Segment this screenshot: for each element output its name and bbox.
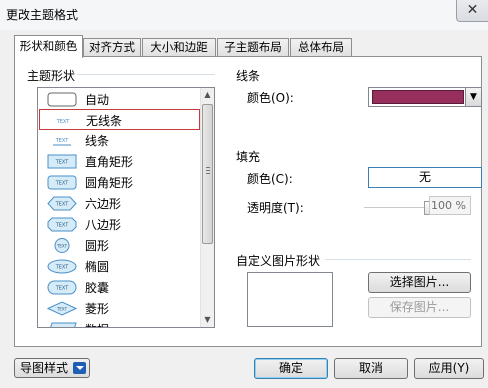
chevron-down-icon [73, 362, 86, 374]
ellipse-icon: TEXT [47, 259, 77, 274]
transparency-value: 100 % [429, 196, 471, 215]
shape-icon-text: TEXT [55, 138, 70, 144]
save-image-button[interactable]: 保存图片... [368, 297, 471, 318]
shape-item-label: 数据 [85, 321, 109, 327]
shape-item-label: 直角矩形 [85, 155, 134, 169]
map-style-button[interactable]: 导图样式 [14, 358, 90, 378]
rect-icon: TEXT [47, 154, 77, 169]
shape-icon-text: TEXT [56, 244, 68, 249]
scroll-thumb[interactable] [202, 104, 213, 244]
list-item[interactable]: TEXT 圆形 [39, 235, 200, 256]
shape-listbox[interactable]: 自动 TEXT 无线条 TEXT 线条 TEXT 直角矩形 TEXT 圆角矩形 … [37, 87, 215, 328]
shape-icon-text: TEXT [55, 265, 70, 271]
shape-item-label: 圆角矩形 [85, 176, 134, 190]
image-group-title: 自定义图片形状 [234, 252, 323, 269]
ok-button[interactable]: 确定 [254, 358, 328, 379]
shape-icon-text: TEXT [55, 202, 70, 208]
shape-item-label: 八边形 [85, 218, 122, 232]
title-bar: 更改主题格式 ✕ [0, 0, 488, 30]
grip-icon [206, 167, 210, 174]
diamond-icon: TEXT [47, 301, 77, 316]
slider-track [364, 207, 430, 209]
line-color-dropdown[interactable]: ▼ [368, 87, 482, 107]
scroll-up-button[interactable]: ▲ [201, 88, 214, 102]
shape-icon-text: TEXT [56, 119, 71, 125]
capsule-icon: TEXT [47, 280, 77, 295]
list-item[interactable]: TEXT 线条 [39, 130, 200, 151]
list-item[interactable]: TEXT 直角矩形 [39, 151, 200, 172]
map-style-label: 导图样式 [20, 361, 69, 375]
tab-subtopic-layout[interactable]: 子主题布局 [217, 38, 289, 57]
list-item[interactable]: TEXT 六边形 [39, 193, 200, 214]
text-no-line-icon: TEXT [56, 119, 71, 125]
list-item[interactable]: TEXT 圆角矩形 [39, 172, 200, 193]
list-item[interactable]: 自动 [39, 89, 200, 110]
chevron-down-icon[interactable]: ▼ [465, 88, 481, 106]
list-item[interactable]: TEXT 胶囊 [39, 277, 200, 298]
tab-panel: 主题形状 自动 TEXT 无线条 TEXT 线条 TEXT 直角矩形 TEXT … [14, 56, 482, 347]
line-color-label: 颜色(O): [247, 91, 294, 105]
cancel-button[interactable]: 取消 [334, 358, 408, 379]
shape-icon-text: TEXT [55, 181, 70, 187]
tab-overall-layout[interactable]: 总体布局 [290, 38, 352, 57]
shape-icon-text: TEXT [55, 223, 70, 229]
fill-color-button[interactable]: 无 [368, 167, 482, 188]
image-preview [247, 272, 333, 327]
circle-icon: TEXT [54, 238, 70, 253]
list-item[interactable]: TEXT 八边形 [39, 214, 200, 235]
list-item[interactable]: 数据 [39, 319, 200, 327]
shape-item-label: 线条 [85, 134, 110, 148]
shape-item-label: 圆形 [85, 239, 110, 253]
select-image-button[interactable]: 选择图片... [368, 272, 471, 293]
shape-item-label: 菱形 [85, 302, 110, 316]
rounded-rect-outline-icon [47, 92, 77, 107]
transparency-slider[interactable] [364, 201, 434, 215]
image-group-divider [325, 259, 471, 260]
close-button[interactable]: ✕ [456, 0, 488, 22]
tab-alignment[interactable]: 对齐方式 [83, 38, 141, 57]
shape-item-label: 六边形 [85, 197, 122, 211]
shape-item-label: 胶囊 [85, 281, 110, 295]
text-underline-icon: TEXT [53, 138, 71, 146]
shape-icon-text: TEXT [56, 307, 68, 312]
data-icon [50, 322, 77, 327]
list-item[interactable]: TEXT 椭圆 [39, 256, 200, 277]
shape-icon-text: TEXT [55, 160, 70, 166]
tab-shape-color[interactable]: 形状和颜色 [14, 35, 83, 58]
apply-button[interactable]: 应用(Y) [414, 358, 484, 379]
window-title: 更改主题格式 [6, 8, 79, 22]
octagon-icon: TEXT [47, 217, 77, 232]
line-group-title: 线条 [234, 67, 263, 84]
shape-group-title: 主题形状 [25, 67, 78, 84]
shape-item-label: 自动 [85, 93, 110, 107]
list-item[interactable]: TEXT 菱形 [39, 298, 200, 319]
hexagon-icon: TEXT [47, 196, 77, 211]
fill-color-label: 颜色(C): [247, 172, 293, 186]
shape-item-label: 无线条 [86, 114, 123, 128]
transparency-label: 透明度(T): [247, 201, 304, 215]
shape-item-label: 椭圆 [85, 260, 110, 274]
shape-icon-text: TEXT [55, 286, 70, 292]
rounded-rect-icon: TEXT [47, 175, 77, 190]
shape-list-scrollbar[interactable]: ▲ ▼ [200, 88, 214, 327]
line-color-swatch [372, 90, 464, 104]
scroll-down-button[interactable]: ▼ [201, 313, 214, 327]
tab-size-margin[interactable]: 大小和边距 [142, 38, 216, 57]
list-item[interactable]: TEXT 无线条 [39, 109, 200, 130]
fill-group-title: 填充 [234, 148, 263, 165]
